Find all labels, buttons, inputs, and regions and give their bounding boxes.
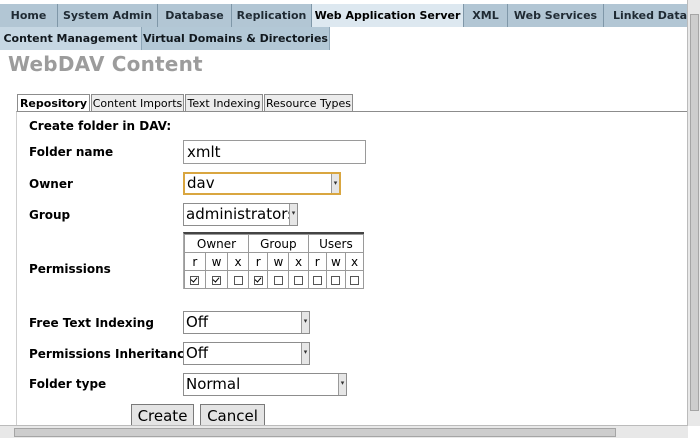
tab-resource-types[interactable]: Resource Types <box>264 94 353 111</box>
tab-virtual-domains[interactable]: Virtual Domains & Directories <box>142 27 330 50</box>
perm-group-execute-checkbox[interactable] <box>294 275 304 285</box>
tab-linked-data[interactable]: Linked Data O <box>604 4 700 27</box>
perm-cell <box>247 270 269 289</box>
perm-cell <box>307 270 327 289</box>
perm-cell <box>325 270 347 289</box>
chevron-down-icon: ▾ <box>331 174 339 193</box>
perm-bit: x <box>288 252 309 271</box>
group-label: Group <box>29 208 71 222</box>
perm-group-read-checkbox[interactable] <box>253 275 263 285</box>
owner-label: Owner <box>29 177 73 191</box>
tab-home[interactable]: Home <box>0 4 58 27</box>
perm-bit: r <box>307 252 327 271</box>
chevron-down-icon: ▾ <box>301 343 309 364</box>
group-value: administrators <box>186 205 296 223</box>
folder-type-select[interactable]: Normal ▾ <box>183 373 347 396</box>
perm-users-write-checkbox[interactable] <box>331 275 341 285</box>
tab-text-indexing[interactable]: Text Indexing <box>185 94 263 111</box>
perm-bit: x <box>345 252 364 271</box>
folder-name-input[interactable]: xmlt <box>183 140 366 164</box>
vertical-scrollbar[interactable] <box>687 0 700 426</box>
perm-owner-read-checkbox[interactable] <box>190 275 200 285</box>
perm-cell <box>184 270 206 289</box>
top-navigation: Home System Admin Database Replication W… <box>0 4 700 27</box>
perm-group-write-checkbox[interactable] <box>273 275 283 285</box>
perm-bit: r <box>247 252 269 271</box>
vertical-scroll-thumb[interactable] <box>690 14 699 411</box>
horizontal-scroll-thumb[interactable] <box>14 428 616 437</box>
owner-value: dav <box>187 174 215 192</box>
tab-content-imports[interactable]: Content Imports <box>91 94 184 111</box>
perm-header-users: Users <box>307 234 365 253</box>
perm-bit: w <box>204 252 229 271</box>
chevron-down-icon: ▾ <box>301 312 309 333</box>
tab-web-application-server[interactable]: Web Application Server <box>312 4 464 27</box>
tab-content-management[interactable]: Content Management <box>0 27 142 50</box>
group-select[interactable]: administrators ▾ <box>183 203 298 226</box>
perm-header-group: Group <box>248 234 309 253</box>
chevron-down-icon: ▾ <box>338 374 346 395</box>
perm-cell <box>345 270 364 289</box>
tab-web-services[interactable]: Web Services <box>508 4 604 27</box>
perm-owner-write-checkbox[interactable] <box>211 275 221 285</box>
tab-repository[interactable]: Repository <box>17 94 90 112</box>
free-text-indexing-select[interactable]: Off ▾ <box>183 311 310 334</box>
horizontal-scrollbar[interactable] <box>0 425 688 438</box>
perm-owner-execute-checkbox[interactable] <box>233 275 243 285</box>
permissions-label: Permissions <box>29 262 111 276</box>
page-title: WebDAV Content <box>8 52 203 76</box>
perm-bit: r <box>184 252 206 271</box>
folder-type-value: Normal <box>186 375 241 393</box>
perm-users-execute-checkbox[interactable] <box>350 275 360 285</box>
perm-bit: x <box>227 252 249 271</box>
perm-cell <box>227 270 249 289</box>
perm-cell <box>267 270 290 289</box>
permissions-inheritance-select[interactable]: Off ▾ <box>183 342 310 365</box>
perm-header-owner: Owner <box>184 234 249 253</box>
chevron-down-icon: ▾ <box>289 204 297 225</box>
permissions-inheritance-value: Off <box>186 344 209 362</box>
permissions-table: Owner Group Users r w x r w x r w x <box>183 232 365 289</box>
tab-replication[interactable]: Replication <box>232 4 312 27</box>
folder-type-label: Folder type <box>29 377 107 391</box>
perm-bit: w <box>325 252 347 271</box>
tab-xml[interactable]: XML <box>464 4 508 27</box>
perm-bit: w <box>267 252 290 271</box>
perm-cell <box>204 270 229 289</box>
perm-users-read-checkbox[interactable] <box>312 275 322 285</box>
owner-select[interactable]: dav ▾ <box>183 172 341 195</box>
free-text-indexing-value: Off <box>186 313 209 331</box>
tab-database[interactable]: Database <box>158 4 232 27</box>
tab-system-admin[interactable]: System Admin <box>58 4 158 27</box>
free-text-indexing-label: Free Text Indexing <box>29 316 154 330</box>
folder-name-label: Folder name <box>29 145 114 159</box>
section-title: Create folder in DAV: <box>29 119 172 133</box>
permissions-inheritance-label: Permissions Inheritance <box>29 347 193 361</box>
sub-navigation: Content Management Virtual Domains & Dir… <box>0 27 330 50</box>
perm-cell <box>288 270 309 289</box>
